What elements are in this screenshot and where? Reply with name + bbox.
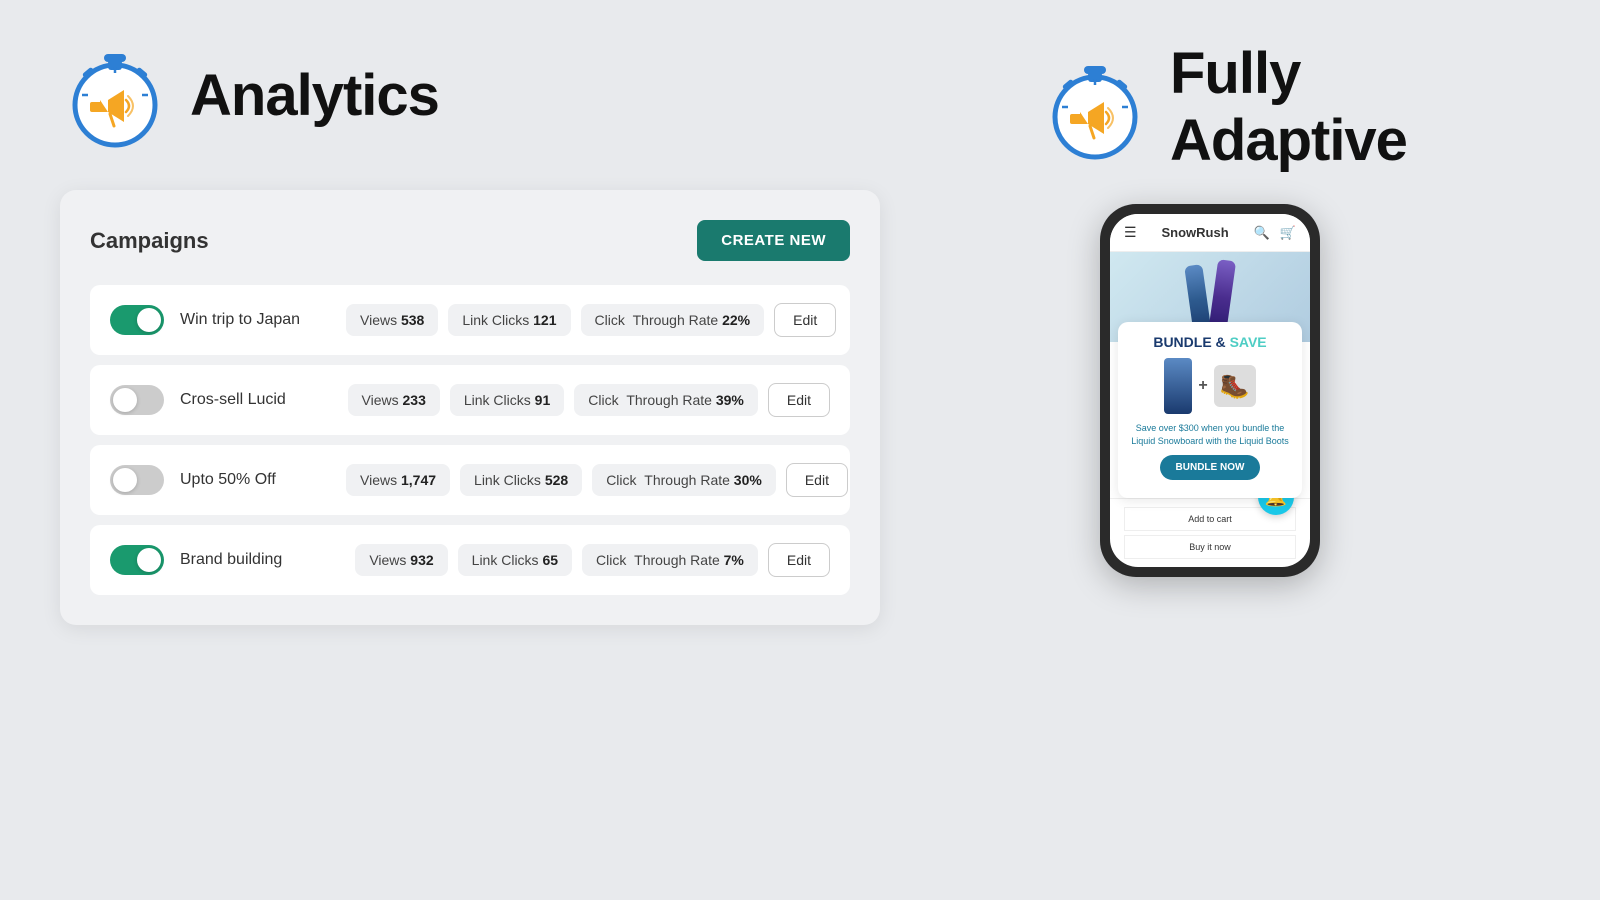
clicks-badge-2: Link Clicks 91 — [450, 384, 564, 416]
phone-brand-name: SnowRush — [1162, 225, 1229, 240]
campaign-row-2: Cros-sell Lucid Views 233 Link Clicks 91… — [90, 365, 850, 435]
clicks-badge-1: Link Clicks 121 — [448, 304, 570, 336]
buy-it-now-button[interactable]: Buy it now — [1124, 535, 1296, 559]
bundle-products: + 🥾 — [1130, 358, 1290, 414]
cart-icon[interactable]: 🛒 — [1280, 225, 1296, 241]
campaign-stats-4: Views 932 Link Clicks 65 Click Through R… — [346, 543, 830, 577]
campaigns-title: Campaigns — [90, 228, 209, 254]
product-boot-icon: 🥾 — [1214, 365, 1256, 407]
left-section: Analytics Campaigns CREATE NEW Win trip … — [60, 40, 980, 625]
analytics-brand-header: Analytics — [60, 40, 439, 150]
campaign-stats-3: Views 1,747 Link Clicks 528 Click Throug… — [346, 463, 848, 497]
campaign-row-4: Brand building Views 932 Link Clicks 65 … — [90, 525, 850, 595]
campaign-toggle-2[interactable] — [110, 385, 164, 415]
campaign-toggle-1[interactable] — [110, 305, 164, 335]
views-badge-4: Views 932 — [355, 544, 447, 576]
phone-topbar-icons: 🔍 🛒 — [1254, 225, 1296, 241]
campaign-row-3: Upto 50% Off Views 1,747 Link Clicks 528… — [90, 445, 850, 515]
campaign-stats-1: Views 538 Link Clicks 121 Click Through … — [346, 303, 836, 337]
hamburger-icon[interactable]: ☰ — [1124, 224, 1137, 241]
campaigns-panel: Campaigns CREATE NEW Win trip to Japan V… — [60, 190, 880, 625]
plus-icon: + — [1198, 377, 1207, 395]
phone-topbar: ☰ SnowRush 🔍 🛒 — [1110, 214, 1310, 252]
campaigns-header: Campaigns CREATE NEW — [90, 220, 850, 261]
bundle-now-button[interactable]: BUNDLE NOW — [1160, 455, 1261, 480]
views-badge-3: Views 1,747 — [346, 464, 450, 496]
edit-button-1[interactable]: Edit — [774, 303, 836, 337]
stopwatch-icon-right — [1040, 52, 1150, 162]
create-new-button[interactable]: CREATE NEW — [697, 220, 850, 261]
product-snowboard-icon — [1164, 358, 1192, 414]
ctr-badge-3: Click Through Rate 30% — [592, 464, 776, 496]
right-section: Fully Adaptive ☰ SnowRush 🔍 🛒 — [1040, 40, 1540, 577]
campaign-row-1: Win trip to Japan Views 538 Link Clicks … — [90, 285, 850, 355]
campaign-name-3: Upto 50% Off — [180, 471, 330, 489]
campaign-toggle-4[interactable] — [110, 545, 164, 575]
fully-adaptive-brand-header: Fully Adaptive — [1040, 40, 1540, 174]
edit-button-2[interactable]: Edit — [768, 383, 830, 417]
views-badge-2: Views 233 — [348, 384, 440, 416]
phone-screen: ☰ SnowRush 🔍 🛒 — [1110, 214, 1310, 567]
edit-button-4[interactable]: Edit — [768, 543, 830, 577]
ctr-badge-4: Click Through Rate 7% — [582, 544, 758, 576]
edit-button-3[interactable]: Edit — [786, 463, 848, 497]
search-icon[interactable]: 🔍 — [1254, 225, 1270, 241]
campaign-name-2: Cros-sell Lucid — [180, 391, 330, 409]
campaign-toggle-3[interactable] — [110, 465, 164, 495]
campaign-name-4: Brand building — [180, 551, 330, 569]
bundle-title: BUNDLE & SAVE — [1130, 334, 1290, 350]
bundle-description: Save over $300 when you bundle the Liqui… — [1130, 422, 1290, 447]
campaign-stats-2: Views 233 Link Clicks 91 Click Through R… — [346, 383, 830, 417]
views-badge-1: Views 538 — [346, 304, 438, 336]
clicks-badge-3: Link Clicks 528 — [460, 464, 582, 496]
ctr-badge-1: Click Through Rate 22% — [581, 304, 765, 336]
clicks-badge-4: Link Clicks 65 — [458, 544, 572, 576]
analytics-title: Analytics — [190, 62, 439, 129]
stopwatch-icon-left — [60, 40, 170, 150]
phone-mockup: ☰ SnowRush 🔍 🛒 — [1100, 204, 1320, 577]
fully-adaptive-title: Fully Adaptive — [1170, 40, 1540, 174]
campaign-name-1: Win trip to Japan — [180, 311, 330, 329]
ctr-badge-2: Click Through Rate 39% — [574, 384, 758, 416]
promo-card: BUNDLE & SAVE + 🥾 Save over $300 when yo… — [1118, 322, 1302, 498]
